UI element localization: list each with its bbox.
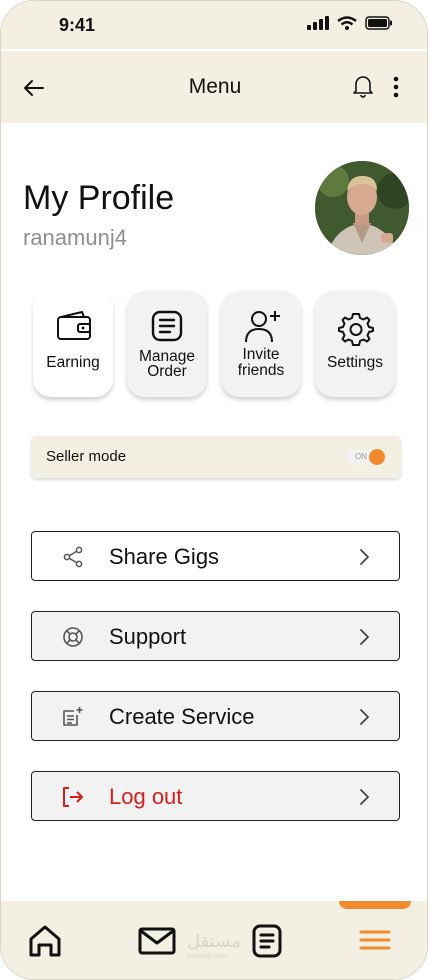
seller-mode-label: Seller mode bbox=[46, 448, 127, 465]
create-service-label: Create Service bbox=[109, 704, 255, 729]
bottom-nav: مستقل mostaql.com bbox=[1, 901, 427, 979]
add-user-icon bbox=[245, 311, 280, 343]
toggle-knob bbox=[369, 449, 385, 465]
create-service-row[interactable]: Create Service bbox=[31, 691, 400, 741]
share-icon bbox=[63, 546, 83, 568]
app-header: Menu bbox=[1, 51, 427, 123]
add-document-icon bbox=[63, 707, 83, 726]
wallet-icon bbox=[57, 311, 91, 340]
logout-icon bbox=[63, 787, 83, 807]
avatar[interactable] bbox=[315, 161, 409, 255]
profile-name: My Profile bbox=[23, 179, 175, 217]
logout-row[interactable]: Log out bbox=[31, 771, 400, 821]
lifebuoy-icon bbox=[63, 627, 83, 647]
profile-handle: ranamunj4 bbox=[23, 225, 127, 250]
invite-friends-label-line2: friends bbox=[237, 362, 285, 379]
status-time: 9:41 bbox=[59, 15, 96, 35]
support-row[interactable]: Support bbox=[31, 611, 400, 661]
document-list-icon bbox=[151, 310, 183, 342]
home-icon[interactable] bbox=[25, 923, 65, 959]
logout-label: Log out bbox=[109, 784, 183, 809]
manage-order-tile[interactable]: Manage Order bbox=[127, 291, 207, 397]
chevron-right-icon bbox=[360, 709, 369, 725]
settings-tile[interactable]: Settings bbox=[315, 291, 395, 397]
bell-icon[interactable] bbox=[351, 73, 375, 99]
wifi-icon bbox=[337, 16, 357, 30]
watermark-subtext: mostaql.com bbox=[187, 953, 227, 960]
seller-mode-row: Seller mode ON bbox=[31, 436, 401, 478]
seller-mode-toggle[interactable]: ON bbox=[347, 449, 385, 465]
settings-label: Settings bbox=[326, 354, 383, 371]
mail-icon[interactable] bbox=[137, 923, 177, 959]
earning-tile[interactable]: Earning bbox=[33, 291, 113, 397]
invite-friends-tile[interactable]: Invite friends bbox=[221, 291, 301, 397]
earning-label: Earning bbox=[46, 354, 100, 371]
share-gigs-row[interactable]: Share Gigs bbox=[31, 531, 400, 581]
active-tab-indicator bbox=[339, 901, 411, 909]
watermark-text: مستقل bbox=[187, 931, 241, 951]
chevron-right-icon bbox=[360, 789, 369, 805]
share-gigs-label: Share Gigs bbox=[109, 544, 220, 569]
battery-icon bbox=[365, 16, 392, 30]
phone-screen: 9:41 Menu My Profile ranamunj4 Earning M… bbox=[0, 0, 428, 980]
invite-friends-label-line1: Invite bbox=[242, 346, 280, 363]
manage-order-label-line2: Order bbox=[147, 363, 187, 380]
signal-icon bbox=[307, 16, 329, 30]
avatar-photo bbox=[315, 161, 409, 255]
status-bar: 9:41 bbox=[1, 1, 427, 51]
toggle-on-text: ON bbox=[355, 452, 367, 461]
status-icons bbox=[307, 16, 393, 30]
chevron-right-icon bbox=[360, 549, 369, 565]
chevron-right-icon bbox=[360, 629, 369, 645]
document-icon[interactable] bbox=[247, 923, 287, 959]
hamburger-menu-icon[interactable] bbox=[355, 923, 395, 959]
gear-icon bbox=[338, 313, 374, 346]
vertical-dots-icon[interactable] bbox=[389, 75, 403, 99]
support-label: Support bbox=[109, 624, 187, 649]
